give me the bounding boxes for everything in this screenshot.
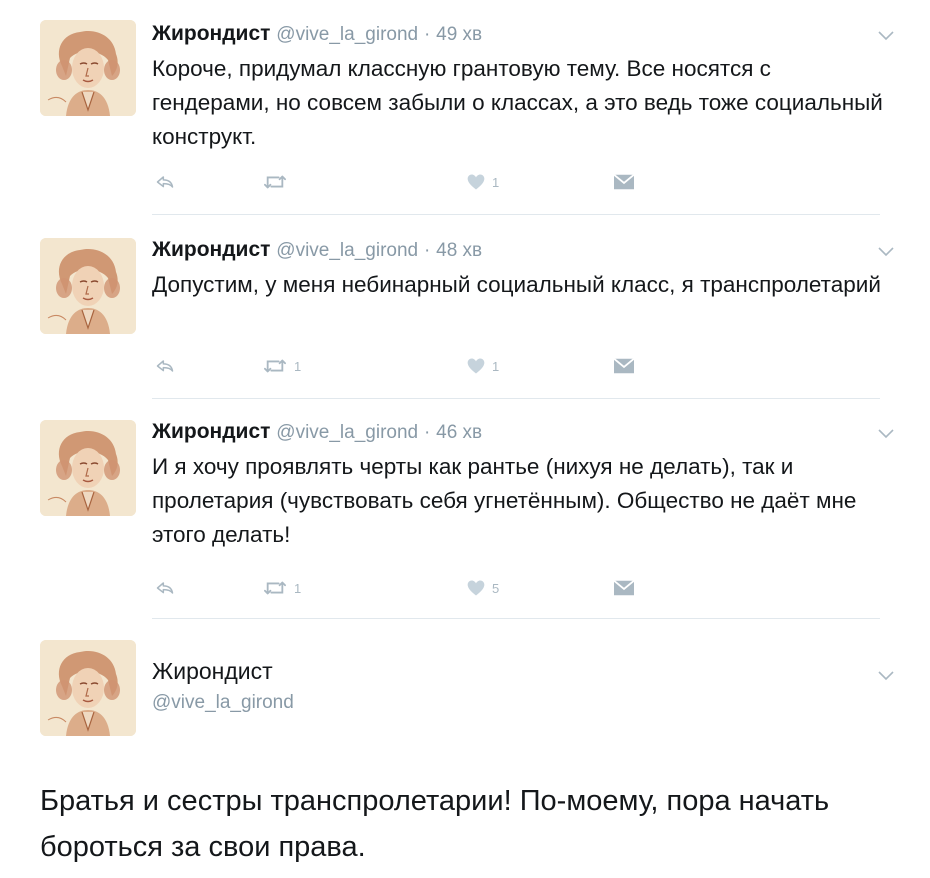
tweet-header: Жирондист @vive_la_girond · 46 хв xyxy=(152,420,482,444)
retweet-icon xyxy=(262,355,288,377)
direct-message-icon xyxy=(612,578,636,598)
like-button[interactable]: 1 xyxy=(466,170,499,194)
avatar-portrait-icon xyxy=(40,20,136,116)
user-handle[interactable]: @vive_la_girond xyxy=(276,240,418,261)
separator: · xyxy=(423,24,431,45)
display-name[interactable]: Жирондист xyxy=(152,420,270,443)
retweet-count: 1 xyxy=(294,358,302,374)
reply-icon xyxy=(154,356,176,376)
direct-message-icon xyxy=(612,356,636,376)
display-name[interactable]: Жирондист xyxy=(152,658,273,685)
retweet-button[interactable]: 1 xyxy=(262,354,301,378)
retweet-button[interactable] xyxy=(262,170,294,194)
user-handle[interactable]: @vive_la_girond xyxy=(276,422,418,443)
tweet-header: Жирондист @vive_la_girond · 48 хв xyxy=(152,238,482,262)
avatar[interactable] xyxy=(40,640,136,736)
tweet-actions: 1 1 xyxy=(152,354,672,378)
retweet-button[interactable]: 1 xyxy=(262,576,301,600)
like-icon xyxy=(466,356,486,376)
chevron-down-icon[interactable] xyxy=(876,426,896,440)
reply-button[interactable] xyxy=(154,170,176,194)
avatar-portrait-icon xyxy=(40,238,136,334)
direct-message-button[interactable] xyxy=(612,354,636,378)
retweet-count: 1 xyxy=(294,580,302,596)
tweet-text: Короче, придумал классную грантовую тему… xyxy=(152,56,883,149)
tweet-text: И я хочу проявлять черты как рантье (них… xyxy=(152,454,857,547)
direct-message-button[interactable] xyxy=(612,170,636,194)
avatar[interactable] xyxy=(40,20,136,116)
avatar[interactable] xyxy=(40,420,136,516)
divider xyxy=(152,618,880,619)
retweet-icon xyxy=(262,171,288,193)
display-name[interactable]: Жирондист xyxy=(152,238,270,261)
chevron-down-icon[interactable] xyxy=(876,668,896,682)
like-count: 1 xyxy=(492,358,500,374)
user-handle[interactable]: @vive_la_girond xyxy=(152,692,294,714)
timestamp[interactable]: 46 хв xyxy=(436,422,482,443)
avatar-portrait-icon xyxy=(40,640,136,736)
avatar[interactable] xyxy=(40,238,136,334)
avatar-portrait-icon xyxy=(40,420,136,516)
tweet-text: Допустим, у меня небинарный социальный к… xyxy=(152,272,881,297)
separator: · xyxy=(423,240,431,261)
display-name[interactable]: Жирондист xyxy=(152,22,270,45)
reply-button[interactable] xyxy=(154,576,176,600)
tweet-header: Жирондист @vive_la_girond · 49 хв xyxy=(152,22,482,46)
like-button[interactable]: 1 xyxy=(466,354,499,378)
divider xyxy=(152,214,880,215)
separator: · xyxy=(423,422,431,443)
timestamp[interactable]: 48 хв xyxy=(436,240,482,261)
like-count: 1 xyxy=(492,174,500,190)
reply-icon xyxy=(154,172,176,192)
like-icon xyxy=(466,578,486,598)
chevron-down-icon[interactable] xyxy=(876,244,896,258)
tweet-actions: 1 5 xyxy=(152,576,672,600)
reply-icon xyxy=(154,578,176,598)
tweet-actions: 1 xyxy=(152,170,672,194)
like-count: 5 xyxy=(492,580,500,596)
chevron-down-icon[interactable] xyxy=(876,28,896,42)
retweet-icon xyxy=(262,577,288,599)
direct-message-button[interactable] xyxy=(612,576,636,600)
like-button[interactable]: 5 xyxy=(466,576,499,600)
timestamp[interactable]: 49 хв xyxy=(436,24,482,45)
divider xyxy=(152,398,880,399)
reply-button[interactable] xyxy=(154,354,176,378)
like-icon xyxy=(466,172,486,192)
tweet-text: Братья и сестры транспролетарии! По-моем… xyxy=(40,785,830,863)
direct-message-icon xyxy=(612,172,636,192)
user-handle[interactable]: @vive_la_girond xyxy=(276,24,418,45)
